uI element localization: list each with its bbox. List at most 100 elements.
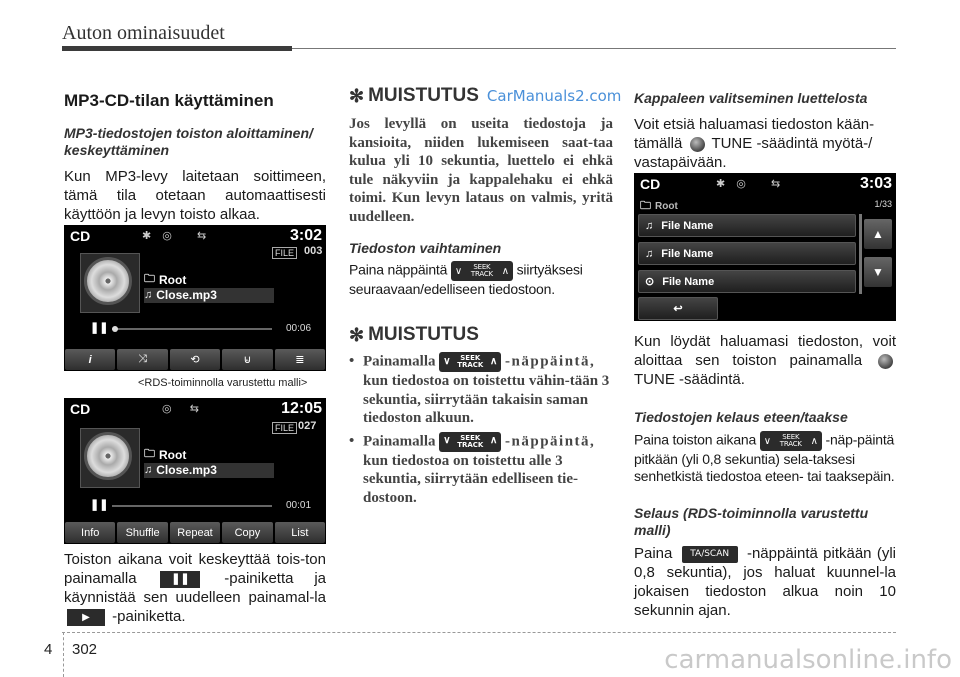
pause-icon: ❚❚ xyxy=(90,499,109,511)
track-row: ♫ Close.mp3 xyxy=(144,288,217,302)
mode-label: CD xyxy=(70,401,91,417)
file-list-item-playing[interactable]: ⊙ File Name xyxy=(638,270,856,293)
list-icon[interactable]: ≣ xyxy=(274,349,326,370)
file-number: 027 xyxy=(298,420,317,432)
shuffle-icon[interactable]: ⤨ xyxy=(117,349,168,370)
file-list-item[interactable]: ♫ File Name xyxy=(638,214,856,237)
control-bar-1: i ⤨ ⟲ ⊌ ≣ xyxy=(64,349,326,371)
progress-bar xyxy=(112,505,272,507)
folder-row: 🗀 Root xyxy=(144,445,186,464)
caption-rds: <RDS-toiminnolla varustettu malli> xyxy=(138,377,308,389)
watermark-text: CarManuals2.com xyxy=(486,87,622,105)
control-bar-2: Info Shuffle Repeat Copy List xyxy=(64,522,326,544)
status-icons: ✱ ◎ ⇆ xyxy=(142,230,211,242)
page-indicator: 1/33 xyxy=(874,199,892,209)
bullet-previous: Painamalla ∨SEEKTRACK∧ -näppäintä, kun t… xyxy=(349,431,613,508)
folder-row: 🗀 Root xyxy=(144,270,186,289)
progress-bar xyxy=(112,328,272,330)
section-heading: MP3-CD-tilan käyttäminen xyxy=(64,91,274,110)
scroll-up-button[interactable]: ▲ xyxy=(864,219,892,249)
status-icons: ◎ ⇆ xyxy=(162,403,203,415)
column-1: MP3-CD-tilan käyttäminen MP3-tiedostojen… xyxy=(64,82,326,224)
file-label: FILE xyxy=(272,247,298,259)
column-3: Kappaleen valitseminen luettelosta Voit … xyxy=(634,90,896,172)
found-paragraph: Kun löydät haluamasi tiedoston, voit alo… xyxy=(634,333,896,388)
change-file-paragraph: Paina näppäintä ∨ SEEK TRACK ∧ siirtyäksesi… xyxy=(349,261,583,297)
pause-paragraph-wrap: Toiston aikana voit keskeyttää tois-ton … xyxy=(64,550,326,626)
cd-screen-2: CD ◎ ⇆ 12:05 FILE 027 🗀 Root ♫ Close.mp3 ❚… xyxy=(64,398,326,544)
play-button-icon: ▶ xyxy=(67,608,105,626)
pause-paragraph: Toiston aikana voit keskeyttää tois-ton … xyxy=(64,551,326,626)
note-heading-2: ✻ MUISTUTUS xyxy=(349,324,479,345)
music-note-icon: ♫ xyxy=(144,289,153,301)
back-arrow-icon: ↩ xyxy=(673,303,683,315)
running-header: Auton ominaisuudet xyxy=(62,22,225,44)
pause-button-icon: ❚❚ xyxy=(160,570,201,588)
repeat-button[interactable]: Repeat xyxy=(169,522,221,543)
list-button[interactable]: List xyxy=(274,522,326,543)
note-2-list: Painamalla ∨SEEKTRACK∧ -näppäintä, kun t… xyxy=(349,352,613,507)
music-note-icon: ♫ xyxy=(645,247,654,260)
intro-paragraph: Kun MP3-levy laitetaan soittimeen, tämä … xyxy=(64,168,326,223)
folder-icon: 🗀 xyxy=(144,273,155,285)
seek-track-key: ∨ SEEK TRACK ∧ xyxy=(759,431,822,451)
bullet-restart: Painamalla ∨SEEKTRACK∧ -näppäintä, kun t… xyxy=(349,352,613,428)
progress-knob xyxy=(112,326,118,332)
file-label: FILE xyxy=(272,422,298,434)
ta-scan-key: TA/SCAN xyxy=(681,545,738,563)
cd-screen-1: CD ✱ ◎ ⇆ 3:02 FILE 003 🗀 Root ♫ Close.mp3 … xyxy=(64,225,326,371)
copy-icon[interactable]: ⊌ xyxy=(222,349,273,370)
mode-label: CD xyxy=(70,228,91,244)
seek-track-key: ∨ SEEK TRACK ∧ xyxy=(439,352,502,372)
tune-knob-icon xyxy=(878,353,894,369)
footer-watermark: carmanualsonline.info xyxy=(664,645,952,675)
elapsed-time: 00:01 xyxy=(286,500,312,511)
note-1-body: Jos levyllä on useita tiedostoja ja kans… xyxy=(349,116,613,225)
file-number: 003 xyxy=(304,245,323,257)
pause-icon: ❚❚ xyxy=(90,322,109,334)
seek-track-key: ∨ SEEK TRACK ∧ xyxy=(439,431,502,452)
subheading-scan: Selaus (RDS-toiminnolla varustettu malli… xyxy=(634,505,869,538)
mode-label: CD xyxy=(640,176,661,192)
subheading-select-list: Kappaleen valitseminen luettelosta xyxy=(634,90,868,106)
copy-button[interactable]: Copy xyxy=(222,522,273,543)
scan-paragraph: Paina TA/SCAN -näppäintä pitkään (yli 0,… xyxy=(634,545,896,619)
note-star-icon: ✻ xyxy=(349,85,365,106)
select-paragraph: Voit etsiä haluamasi tiedoston kään-tämä… xyxy=(634,116,875,171)
music-note-icon: ♫ xyxy=(645,219,654,232)
disc-icon xyxy=(84,257,132,305)
scroll-down-button[interactable]: ▼ xyxy=(864,257,892,287)
note-star-icon: ✻ xyxy=(349,324,365,345)
page-number: 302 xyxy=(72,641,98,658)
subheading-change-file: Tiedoston vaihtaminen xyxy=(349,240,502,256)
track-row: ♫ Close.mp3 xyxy=(144,463,217,477)
elapsed-time: 00:06 xyxy=(286,323,312,334)
music-note-icon: ♫ xyxy=(144,464,153,476)
status-icons: ✱ ◎ ⇆ xyxy=(716,178,785,190)
header-rule xyxy=(292,48,896,49)
note-heading-1: ✻ MUISTUTUS CarManuals2.com xyxy=(349,85,622,106)
info-icon[interactable]: i xyxy=(65,349,116,370)
play-circle-icon: ⊙ xyxy=(645,276,655,288)
tune-knob-icon xyxy=(689,136,705,152)
info-button[interactable]: Info xyxy=(65,522,116,543)
file-list-item[interactable]: ♫ File Name xyxy=(638,242,856,265)
clock: 3:02 xyxy=(289,227,322,244)
shuffle-button[interactable]: Shuffle xyxy=(117,522,168,543)
fast-forward-paragraph: Paina toiston aikana ∨ SEEK TRACK ∧ -näp-pä… xyxy=(634,431,895,484)
folder-icon: 🗀 xyxy=(144,448,155,460)
footer-vertical-rule xyxy=(63,632,64,677)
subheading-fast-forward: Tiedostojen kelaus eteen/taakse xyxy=(634,409,848,425)
cd-list-screen: CD ✱ ◎ ⇆ 3:03 🗀 Root 1/33 ♫ File Name ♫ Fil… xyxy=(634,173,896,321)
list-scrollbar[interactable] xyxy=(859,214,862,294)
footer-rule xyxy=(62,632,896,633)
header-bar xyxy=(62,46,292,51)
back-button[interactable]: ↩ xyxy=(638,297,718,320)
subheading-play-pause: MP3-tiedostojen toiston aloittaminen/ ke… xyxy=(64,125,313,158)
chapter-number: 4 xyxy=(44,641,53,658)
clock: 3:03 xyxy=(859,175,892,192)
column-3-lower: Kun löydät haluamasi tiedoston, voit alo… xyxy=(634,332,896,620)
disc-icon xyxy=(84,432,132,480)
clock: 12:05 xyxy=(281,400,322,417)
repeat-icon[interactable]: ⟲ xyxy=(169,349,221,370)
